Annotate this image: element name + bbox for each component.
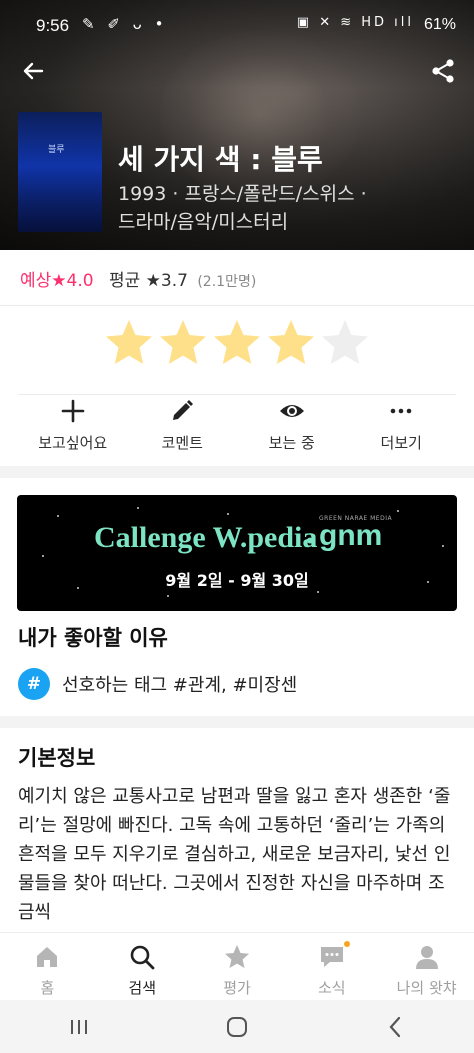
watching-button[interactable]: 보는 중 <box>237 396 347 462</box>
plus-icon <box>58 396 88 426</box>
banner-date: 9월 2일 - 9월 30일 <box>165 571 309 590</box>
rating-star[interactable] <box>212 318 262 368</box>
more-icon <box>386 396 416 426</box>
home-icon <box>37 947 58 967</box>
bottom-nav: 홈 검색 평가 소식 나의 왓챠 <box>0 932 474 1000</box>
rating-summary: 예상★4.0 평균 ★3.7 (2.1만명) <box>20 266 256 291</box>
action-bar: 보고싶어요 코멘트 보는 중 더보기 <box>18 396 456 462</box>
comment-label: 코멘트 <box>161 434 203 452</box>
nav-rate-label: 평가 <box>223 979 251 997</box>
recents-button[interactable] <box>59 1012 99 1042</box>
nav-home-label: 홈 <box>40 979 55 997</box>
wishlist-button[interactable]: 보고싶어요 <box>18 396 128 462</box>
news-badge-dot <box>344 941 351 947</box>
rating-star[interactable] <box>266 318 316 368</box>
movie-meta-line2: 드라마/음악/미스터리 <box>118 211 289 233</box>
nav-home[interactable]: 홈 <box>0 933 95 1000</box>
share-icon <box>432 59 454 83</box>
hashtag-icon: # <box>18 668 50 700</box>
divider <box>0 305 474 306</box>
average-rating: 평균 ★3.7 <box>108 271 188 291</box>
search-icon <box>130 945 155 970</box>
star-icon <box>224 945 249 968</box>
pencil-icon <box>167 396 197 426</box>
rating-count: (2.1만명) <box>197 274 257 290</box>
system-back-button[interactable] <box>375 1012 415 1042</box>
event-banner[interactable]: Callenge W.pedia • GREEN NARAE MEDIA gnm… <box>17 495 457 611</box>
wishlist-label: 보고싶어요 <box>38 434 108 452</box>
comment-button[interactable]: 코멘트 <box>128 396 238 462</box>
chat-icon <box>320 947 343 967</box>
nav-my-label: 나의 왓챠 <box>396 979 457 997</box>
system-home-button[interactable] <box>217 1012 257 1042</box>
back-button[interactable] <box>18 56 48 86</box>
preferred-tags-row[interactable]: # 선호하는 태그 #관계, #미장센 <box>18 668 297 700</box>
info-title: 기본정보 <box>18 746 96 770</box>
movie-meta: 1993 · 프랑스/폴란드/스위스 · 드라마/음악/미스터리 <box>118 180 418 236</box>
rating-star[interactable] <box>320 318 370 368</box>
status-time: 9:56 <box>36 16 70 35</box>
section-gap <box>0 466 474 478</box>
status-bar: 9:56 ✎ ✐ ᴗ • ▣ ✕ ≋ HD ıll 61% <box>0 0 474 50</box>
banner-title: Callenge W.pedia <box>94 521 318 554</box>
expected-rating: 예상★4.0 <box>20 271 94 291</box>
home-circle-icon <box>227 1016 247 1037</box>
rating-star[interactable] <box>158 318 208 368</box>
status-system-icons: ▣ ✕ ≋ HD ıll <box>296 15 414 30</box>
divider <box>18 394 456 395</box>
poster-title: 블루 <box>48 145 65 155</box>
back-chevron-icon <box>389 1016 401 1037</box>
synopsis-text[interactable]: 예기치 않은 교통사고로 남편과 딸을 잃고 혼자 생존한 ‘줄리’는 절망에 … <box>18 782 458 928</box>
arrow-left-icon <box>23 62 44 80</box>
preferred-tags-text: 선호하는 태그 #관계, #미장센 <box>62 675 298 696</box>
battery-level: 61% <box>423 16 456 33</box>
person-icon <box>415 946 438 969</box>
nav-my[interactable]: 나의 왓챠 <box>379 933 474 1000</box>
movie-meta-line1: 1993 · 프랑스/폴란드/스위스 · <box>118 183 367 205</box>
section-gap <box>0 716 474 728</box>
nav-search[interactable]: 검색 <box>95 933 190 1000</box>
nav-search-label: 검색 <box>128 979 156 997</box>
more-button[interactable]: 더보기 <box>347 396 457 462</box>
more-label: 더보기 <box>380 434 422 452</box>
watching-label: 보는 중 <box>268 434 315 452</box>
banner-partner-logo: gnm <box>319 519 383 552</box>
reason-title: 내가 좋아할 이유 <box>18 626 168 650</box>
status-notification-icons: ✎ ✐ ᴗ • <box>82 15 168 33</box>
system-nav-bar <box>0 1000 474 1053</box>
banner-separator: • <box>304 529 316 553</box>
share-button[interactable] <box>428 56 458 86</box>
movie-poster[interactable]: 블루 <box>18 112 102 232</box>
my-rating-stars[interactable] <box>0 318 474 376</box>
rating-star[interactable] <box>104 318 154 368</box>
movie-title: 세 가지 색 : 블루 <box>118 143 323 176</box>
nav-news-label: 소식 <box>317 979 346 997</box>
nav-news[interactable]: 소식 <box>284 933 379 1000</box>
nav-rate[interactable]: 평가 <box>190 933 285 1000</box>
recents-icon <box>71 1019 87 1034</box>
eye-icon <box>277 396 307 426</box>
